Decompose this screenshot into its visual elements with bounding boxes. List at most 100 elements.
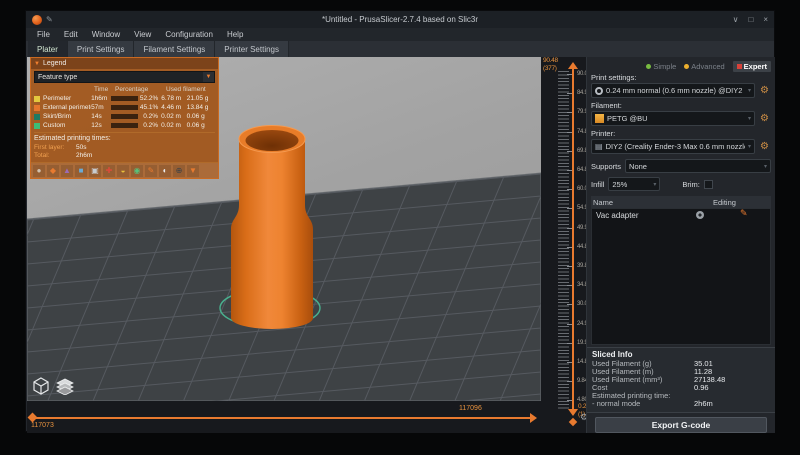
mode-label: Simple [653, 62, 676, 71]
layer-slider-top-value: 90.48 [543, 57, 558, 64]
menu-help[interactable]: Help [220, 30, 250, 39]
tab-print-settings[interactable]: Print Settings [68, 41, 135, 57]
feature-percent: 0.2% [140, 122, 161, 129]
filament-value: PETG @BU [607, 114, 745, 123]
shells-icon[interactable]: ⊕ [173, 165, 185, 177]
feature-time: 14s [91, 113, 111, 120]
edit-object-icon[interactable]: ✎ [740, 210, 748, 219]
total-time-value: 2h6m [76, 152, 92, 160]
layer-slider-track[interactable] [572, 69, 574, 409]
menu-file[interactable]: File [30, 30, 57, 39]
supports-value: None [629, 162, 761, 171]
layer-slider-bottom-handle[interactable] [568, 409, 578, 416]
feature-name: Custom [43, 122, 91, 129]
retractions-icon[interactable]: ▲ [61, 165, 73, 177]
filament-color-swatch [595, 114, 604, 123]
print-settings-value: 0.24 mm normal (0.6 mm nozzle) @DIY2 [606, 86, 745, 95]
move-slider-track[interactable] [32, 417, 530, 419]
close-icon[interactable]: × [763, 16, 768, 24]
supports-dropdown[interactable]: None ▾ [625, 159, 771, 173]
feature-weight: 0.06 g [187, 122, 215, 129]
feature-weight: 0.06 g [187, 113, 215, 120]
printer-dropdown[interactable]: ▤ DIY2 (Creality Ender-3 Max 0.6 mm nozz… [591, 139, 755, 154]
feature-length: 4.46 m [161, 104, 186, 111]
feature-weight: 21.05 g [187, 95, 215, 102]
edit-printer-gear-icon[interactable]: ⚙ [758, 142, 771, 152]
menu-window[interactable]: Window [85, 30, 127, 39]
percentage-bar [111, 123, 138, 128]
color-changes-icon[interactable]: ◒ [117, 165, 129, 177]
move-slider-left-thumb[interactable] [28, 413, 38, 423]
mode-advanced[interactable]: Advanced [684, 62, 724, 71]
filament-dropdown[interactable]: PETG @BU ▾ [591, 111, 755, 126]
deretractions-icon[interactable]: ■ [75, 165, 87, 177]
tab-plater[interactable]: Plater [28, 41, 68, 57]
sidebar: Simple Advanced Expert Print settings: 0.2… [586, 57, 775, 433]
col-time: Time [94, 86, 115, 93]
menu-bar: FileEditWindowViewConfigurationHelp [26, 28, 774, 41]
tab-printer-settings[interactable]: Printer Settings [215, 41, 289, 57]
feature-name: External perimeter [43, 104, 91, 111]
infill-label: Infill [591, 180, 604, 189]
sliced-info-row: - normal mode2h6m [592, 400, 770, 408]
title-bar: ✎ *Untitled - PrusaSlicer-2.7.4 based on… [26, 11, 774, 28]
infill-dropdown[interactable]: 25% ▾ [608, 177, 660, 191]
layer-slider-lower-thumb[interactable] [569, 418, 577, 426]
preview-layers-icon[interactable] [55, 377, 75, 395]
feature-color-swatch [34, 96, 40, 102]
editor-view-icon[interactable] [32, 377, 50, 395]
print-settings-dropdown[interactable]: 0.24 mm normal (0.6 mm nozzle) @DIY2 ▾ [591, 83, 755, 98]
feature-length: 6.78 m [161, 95, 186, 102]
total-time-label: Total: [34, 152, 76, 160]
menu-view[interactable]: View [127, 30, 158, 39]
center-of-gravity-icon[interactable]: ◐ [159, 165, 171, 177]
layer-slider-top-layer: (377) [543, 65, 557, 72]
mode-label: Expert [744, 62, 767, 71]
vac-adapter-model[interactable] [231, 139, 313, 329]
edit-print-settings-gear-icon[interactable]: ⚙ [758, 86, 771, 96]
menu-edit[interactable]: Edit [57, 30, 85, 39]
seams-icon[interactable]: ▣ [89, 165, 101, 177]
mode-dot-icon [684, 64, 689, 69]
brim-checkbox[interactable] [704, 180, 713, 189]
column-editing: Editing [713, 198, 736, 207]
custom-gcodes-icon[interactable]: ✎ [145, 165, 157, 177]
sliced-info-row: Used Filament (mm³)27138.48 [592, 376, 770, 384]
chevron-down-icon: ▾ [653, 181, 656, 188]
layer-slider-top-handle[interactable] [568, 62, 578, 69]
legend-panel: ▼ Legend Feature type ▼ TimePercentageUs… [30, 57, 219, 179]
legend-header[interactable]: ▼ Legend [31, 58, 218, 69]
mode-simple[interactable]: Simple [646, 62, 676, 71]
tab-filament-settings[interactable]: Filament Settings [134, 41, 215, 57]
legend-row: Custom12s0.2%0.02 m0.06 g [34, 121, 215, 130]
3d-viewport[interactable]: ▼ Legend Feature type ▼ TimePercentageUs… [27, 57, 541, 401]
move-slider-left-label: 117073 [31, 422, 54, 429]
chevron-down-icon: ▾ [748, 87, 751, 94]
menu-configuration[interactable]: Configuration [158, 30, 220, 39]
feature-time: 57m [91, 104, 111, 111]
collapse-caret-icon: ▼ [34, 61, 40, 67]
export-gcode-button[interactable]: Export G-code [595, 417, 767, 433]
object-row[interactable]: Vac adapter ✎ [592, 209, 770, 222]
chevron-down-icon: ▾ [764, 163, 767, 170]
mode-expert[interactable]: Expert [733, 61, 771, 72]
move-slider-right-handle[interactable] [530, 413, 537, 423]
object-name: Vac adapter [592, 211, 639, 220]
feature-color-swatch [34, 114, 40, 120]
edit-filament-gear-icon[interactable]: ⚙ [758, 114, 771, 124]
view-type-dropdown[interactable]: Feature type ▼ [34, 71, 215, 83]
object-list: Vac adapter ✎ [591, 208, 771, 345]
options-icon[interactable]: ▼ [187, 165, 199, 177]
travel-icon[interactable]: ● [33, 165, 45, 177]
minimize-icon[interactable]: ∨ [733, 16, 739, 24]
tool-changes-icon[interactable]: ✚ [103, 165, 115, 177]
pause-prints-icon[interactable]: ◉ [131, 165, 143, 177]
wipe-icon[interactable]: ◆ [47, 165, 59, 177]
object-table-header: Name Editing [591, 196, 771, 208]
mode-dot-icon [737, 64, 742, 69]
print-settings-label: Print settings: [591, 73, 771, 82]
eye-visibility-icon[interactable] [696, 211, 704, 219]
feature-color-swatch [34, 105, 40, 111]
maximize-icon[interactable]: □ [748, 16, 753, 24]
printer-icon: ▤ [595, 143, 603, 151]
